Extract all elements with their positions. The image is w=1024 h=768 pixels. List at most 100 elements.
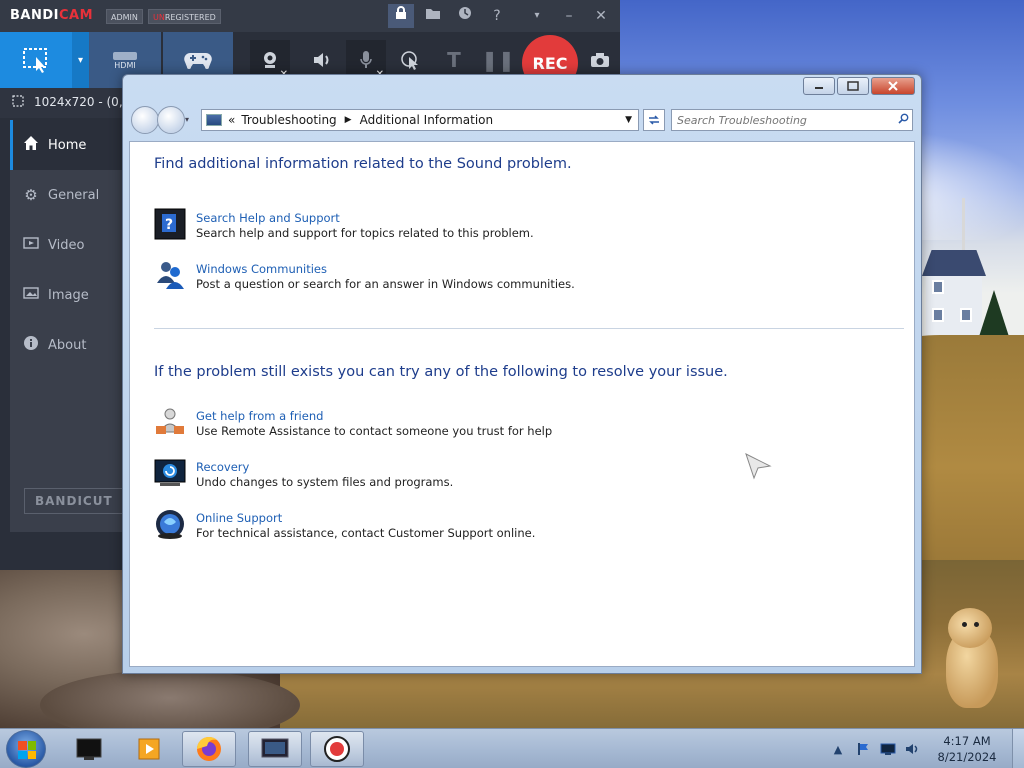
refresh-button[interactable] [643, 109, 665, 131]
sidebar-item-label: About [48, 337, 87, 353]
show-desktop-button[interactable] [1012, 729, 1024, 768]
communities-icon [157, 262, 184, 289]
hdmi-label: HDMI [114, 60, 136, 70]
item-description: For technical assistance, contact Custom… [196, 526, 536, 540]
minimize-icon[interactable]: – [556, 4, 582, 28]
webcam-icon [264, 52, 276, 68]
clock-time: 4:17 AM [943, 734, 991, 748]
home-icon [22, 135, 40, 155]
sidebar-item-general[interactable]: ⚙ General [10, 170, 124, 220]
address-dropdown-icon[interactable]: ▼ [625, 115, 632, 125]
address-bar[interactable]: « Troubleshooting ▶ Additional Informati… [201, 109, 639, 131]
sidebar-item-about[interactable]: About [10, 320, 124, 370]
wallpaper-house [922, 250, 986, 346]
mouse-pointer-icon [745, 453, 772, 480]
breadcrumb-additional-information[interactable]: Additional Information [360, 113, 494, 127]
item-description: Post a question or search for an answer … [196, 277, 575, 291]
clock-date: 8/21/2024 [937, 750, 997, 764]
network-icon[interactable] [879, 741, 897, 757]
bandicam-logo: BANDICAM [10, 8, 94, 23]
svg-text:?: ? [165, 217, 173, 233]
chevron-down-icon[interactable]: ▾ [524, 4, 550, 28]
taskbar-explorer-window[interactable] [248, 731, 302, 767]
taskbar: ▲ 4:17 AM 8/21/2024 [0, 728, 1024, 768]
recovery-icon [154, 459, 186, 486]
bandicam-titlebar: BANDICAM ADMIN UNREGISTERED ? ▾ – ✕ [0, 0, 620, 32]
window-controls [803, 77, 915, 95]
help-support-icon: ? [154, 208, 186, 240]
taskbar-clock[interactable]: 4:17 AM 8/21/2024 [922, 733, 1012, 765]
sidebar-item-label: Video [48, 237, 85, 253]
volume-icon[interactable] [904, 741, 922, 757]
breadcrumb-separator-icon[interactable]: ▶ [345, 115, 352, 125]
search-icon[interactable] [894, 113, 912, 127]
system-tray: ▲ 4:17 AM 8/21/2024 [822, 729, 1024, 768]
item-description: Use Remote Assistance to contact someone… [196, 424, 553, 438]
section-heading-resolve-issue: If the problem still exists you can try … [154, 364, 728, 380]
back-button[interactable] [131, 106, 159, 134]
screen-mode-button[interactable] [0, 32, 72, 88]
bandicut-button[interactable]: BANDICUT [24, 488, 124, 514]
bandicam-record-icon [324, 736, 350, 762]
region-icon [12, 95, 24, 107]
taskbar-media-center[interactable] [62, 731, 116, 767]
cursor-click-icon [401, 51, 418, 70]
navigation-buttons [131, 106, 189, 134]
bandicam-sidebar: Home ⚙ General Video Image About BANDICU… [10, 120, 124, 532]
section-heading-additional-info: Find additional information related to t… [154, 156, 572, 172]
restore-button[interactable] [837, 77, 869, 95]
taskbar-media-player[interactable] [122, 731, 176, 767]
gamepad-icon [184, 53, 212, 69]
sidebar-item-image[interactable]: Image [10, 270, 124, 320]
window-app-icon [261, 738, 289, 758]
info-icon [22, 335, 40, 355]
windows-logo-icon [18, 741, 36, 759]
online-support-icon [156, 510, 184, 539]
show-hidden-icons-icon[interactable]: ▲ [829, 741, 847, 757]
list-item: Recovery Undo changes to system files an… [154, 457, 754, 493]
start-button[interactable] [6, 730, 46, 768]
close-icon[interactable]: ✕ [588, 4, 614, 28]
camera-icon [591, 53, 609, 67]
clock-icon[interactable] [452, 4, 478, 28]
sidebar-item-label: General [48, 187, 100, 203]
control-panel-icon [206, 114, 222, 126]
gear-icon: ⚙ [24, 186, 38, 204]
list-item: ? Search Help and Support Search help an… [154, 208, 754, 244]
search-box[interactable] [671, 109, 913, 131]
breadcrumb-troubleshooting[interactable]: Troubleshooting [241, 113, 336, 127]
image-icon [22, 286, 40, 304]
taskbar-firefox[interactable] [182, 731, 236, 767]
close-button[interactable] [871, 77, 915, 95]
sidebar-item-label: Image [48, 287, 89, 303]
content-pane: Find additional information related to t… [129, 141, 915, 667]
breadcrumb-prefix[interactable]: « [228, 113, 235, 127]
windows-communities-link[interactable]: Windows Communities [196, 262, 327, 276]
section-divider [154, 328, 904, 329]
minimize-button[interactable] [803, 77, 835, 95]
troubleshooting-window: ▾ « Troubleshooting ▶ Additional Informa… [122, 74, 922, 674]
search-input[interactable] [672, 113, 894, 127]
item-description: Undo changes to system files and program… [196, 475, 454, 489]
item-description: Search help and support for topics relat… [196, 226, 534, 240]
recent-pages-dropdown[interactable]: ▾ [185, 115, 189, 124]
sidebar-item-home[interactable]: Home [10, 120, 124, 170]
firefox-icon [196, 736, 221, 761]
folder-icon[interactable] [420, 4, 446, 28]
list-item: Get help from a friend Use Remote Assist… [154, 406, 754, 442]
forward-button[interactable] [157, 106, 185, 134]
desktop-mascot-icon[interactable] [940, 608, 1004, 708]
action-center-flag-icon[interactable] [854, 741, 872, 757]
help-icon[interactable]: ? [484, 4, 510, 28]
recovery-link[interactable]: Recovery [196, 460, 249, 474]
refresh-icon [649, 115, 659, 125]
online-support-link[interactable]: Online Support [196, 511, 282, 525]
lock-icon[interactable] [388, 4, 414, 28]
search-help-support-link[interactable]: Search Help and Support [196, 211, 340, 225]
sidebar-item-video[interactable]: Video [10, 220, 124, 270]
taskbar-bandicam[interactable] [310, 731, 364, 767]
get-help-from-friend-link[interactable]: Get help from a friend [196, 409, 323, 423]
screen-rect-icon [23, 48, 47, 73]
remote-assistance-icon [156, 408, 184, 434]
mode-dropdown-button[interactable]: ▾ [72, 32, 89, 88]
